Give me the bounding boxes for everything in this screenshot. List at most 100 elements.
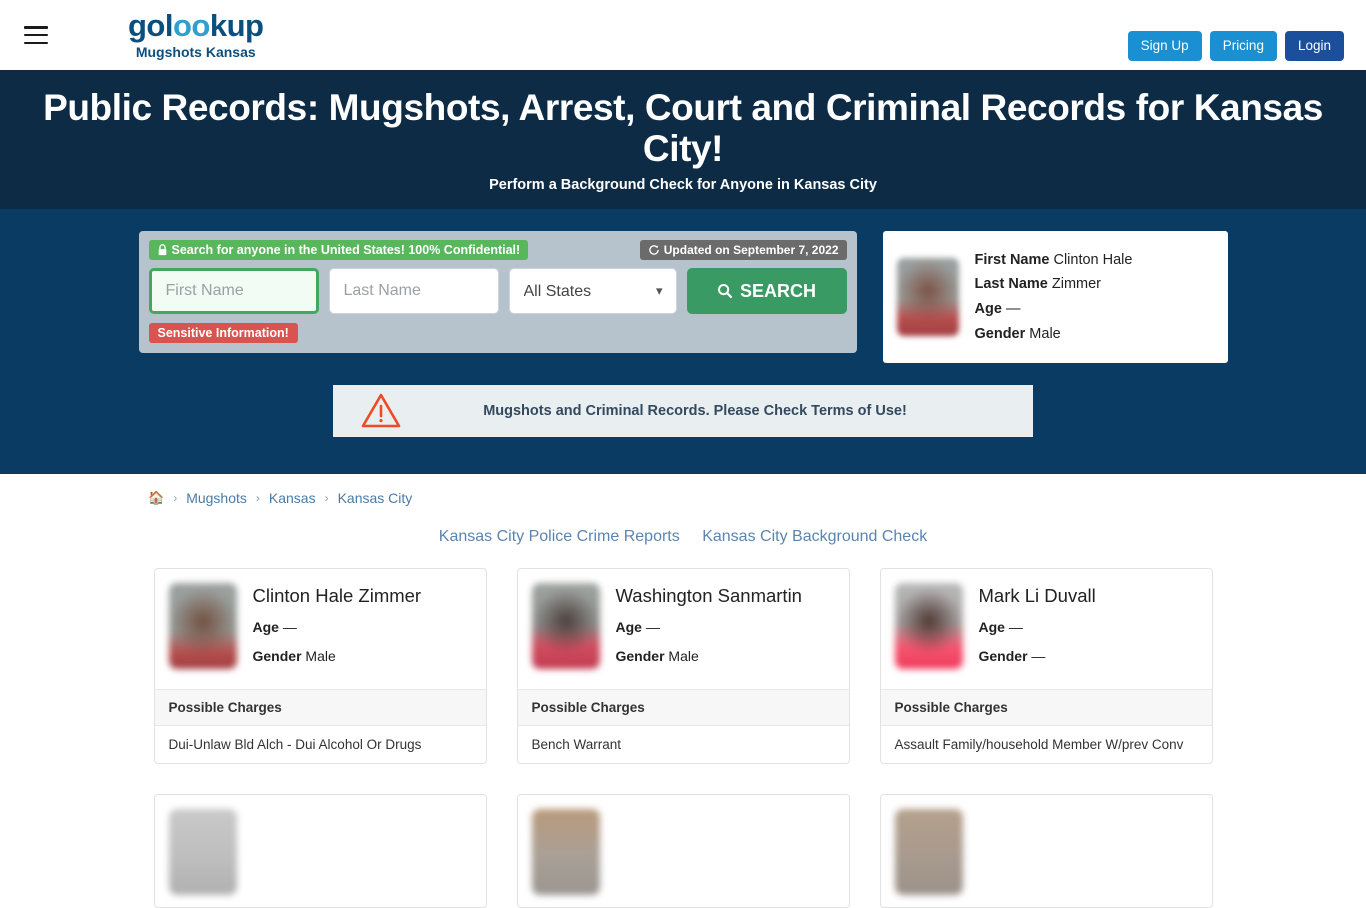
- logo-wordmark: golookup: [128, 10, 264, 41]
- confidential-badge: Search for anyone in the United States! …: [148, 240, 529, 261]
- profile-first-name-value: Clinton Hale: [1053, 251, 1133, 268]
- terms-notice: Mugshots and Criminal Records. Please Ch…: [333, 385, 1033, 438]
- breadcrumb-item-mugshots[interactable]: Mugshots: [186, 490, 247, 506]
- record-summary: [881, 795, 1212, 907]
- search-icon: [717, 284, 733, 299]
- record-card[interactable]: [153, 794, 487, 908]
- charges-header: Possible Charges: [154, 689, 486, 727]
- refresh-icon: [648, 245, 659, 256]
- record-photo: [894, 583, 963, 670]
- record-age-value: —: [282, 619, 297, 636]
- record-photo: [531, 583, 600, 670]
- hamburger-line: [24, 41, 48, 44]
- logo-part-1: gol: [128, 8, 174, 43]
- hero-banner: Public Records: Mugshots, Arrest, Court …: [0, 70, 1366, 210]
- signup-button[interactable]: Sign Up: [1127, 31, 1202, 61]
- breadcrumb-separator: ›: [173, 491, 178, 506]
- auth-button-group: Sign Up Pricing Login: [1127, 31, 1344, 61]
- record-name: Mark Li Duvall: [978, 585, 1096, 607]
- search-button-label: SEARCH: [739, 280, 816, 301]
- record-summary: Washington Sanmartin Age — Gender Male: [518, 569, 849, 689]
- breadcrumb-separator: ›: [324, 491, 329, 506]
- profile-first-name-row: First Name Clinton Hale: [975, 248, 1133, 273]
- breadcrumb-separator: ›: [255, 491, 260, 506]
- profile-details: First Name Clinton Hale Last Name Zimmer…: [975, 248, 1133, 348]
- records-grid: Clinton Hale Zimmer Age — Gender Male Po…: [0, 568, 1366, 908]
- charge-item: Dui-Unlaw Bld Alch - Dui Alcohol Or Drug…: [168, 737, 422, 753]
- sensitive-information-badge: Sensitive Information!: [148, 323, 298, 344]
- record-photo: [168, 809, 237, 896]
- record-photo: [531, 809, 600, 896]
- record-summary: Clinton Hale Zimmer Age — Gender Male: [155, 569, 486, 689]
- profile-gender-row: Gender Male: [975, 322, 1133, 347]
- notice-wrap: Mugshots and Criminal Records. Please Ch…: [0, 385, 1366, 438]
- record-gender-label: Gender: [252, 648, 302, 665]
- page-subtitle: Perform a Background Check for Anyone in…: [489, 177, 877, 194]
- main-content: 🏠 › Mugshots › Kansas › Kansas City Kans…: [0, 474, 1366, 908]
- profile-photo: [896, 258, 959, 337]
- profile-last-name-row: Last Name Zimmer: [975, 272, 1133, 297]
- search-button[interactable]: SEARCH: [686, 268, 847, 315]
- breadcrumb-item-kansas[interactable]: Kansas: [269, 490, 316, 506]
- logo-subtitle: Mugshots Kansas: [135, 44, 256, 60]
- record-card[interactable]: [516, 794, 850, 908]
- record-summary: [518, 795, 849, 907]
- page-title: Public Records: Mugshots, Arrest, Court …: [43, 87, 1323, 169]
- record-gender-label: Gender: [615, 648, 665, 665]
- link-background-check[interactable]: Kansas City Background Check: [702, 528, 927, 545]
- hamburger-menu-icon[interactable]: [24, 26, 48, 44]
- record-card[interactable]: Clinton Hale Zimmer Age — Gender Male Po…: [153, 568, 487, 765]
- record-age-row: Age —: [616, 619, 802, 635]
- record-gender-value: Male: [668, 648, 699, 665]
- charges-header: Possible Charges: [517, 689, 849, 727]
- record-photo: [168, 583, 237, 670]
- record-gender-label: Gender: [978, 648, 1028, 665]
- charge-item: Bench Warrant: [531, 737, 622, 753]
- charges-header: Possible Charges: [880, 689, 1212, 727]
- hamburger-line: [24, 26, 48, 29]
- updated-badge: Updated on September 7, 2022: [639, 240, 847, 261]
- record-gender-row: Gender —: [979, 648, 1096, 664]
- record-gender-value: —: [1031, 648, 1046, 665]
- state-select[interactable]: All States: [508, 268, 677, 315]
- updated-badge-text: Updated on September 7, 2022: [663, 243, 839, 258]
- record-name: Clinton Hale Zimmer: [252, 585, 422, 607]
- warning-triangle-icon: [361, 394, 401, 428]
- featured-profile-card[interactable]: First Name Clinton Hale Last Name Zimmer…: [882, 231, 1228, 364]
- record-age-value: —: [1008, 619, 1023, 636]
- first-name-input[interactable]: [148, 268, 319, 315]
- record-card[interactable]: Washington Sanmartin Age — Gender Male P…: [516, 568, 850, 765]
- record-age-row: Age —: [979, 619, 1096, 635]
- record-age-label: Age: [252, 619, 279, 636]
- record-gender-row: Gender Male: [616, 648, 802, 664]
- search-section: Search for anyone in the United States! …: [0, 209, 1366, 475]
- last-name-input[interactable]: [328, 268, 499, 315]
- record-card[interactable]: [879, 794, 1213, 908]
- record-summary: [155, 795, 486, 907]
- hamburger-line: [24, 33, 48, 37]
- record-name: Washington Sanmartin: [615, 585, 802, 607]
- site-logo[interactable]: golookup Mugshots Kansas: [128, 10, 264, 60]
- record-summary: Mark Li Duvall Age — Gender —: [881, 569, 1212, 689]
- terms-notice-text: Mugshots and Criminal Records. Please Ch…: [483, 403, 907, 420]
- link-police-crime-reports[interactable]: Kansas City Police Crime Reports: [439, 528, 680, 545]
- profile-gender-label: Gender: [974, 326, 1026, 343]
- breadcrumb: 🏠 › Mugshots › Kansas › Kansas City: [0, 490, 1366, 506]
- pricing-button[interactable]: Pricing: [1209, 31, 1277, 61]
- record-gender-row: Gender Male: [253, 648, 422, 664]
- home-icon[interactable]: 🏠: [148, 490, 164, 506]
- lock-icon: [158, 244, 166, 256]
- confidential-badge-text: Search for anyone in the United States! …: [171, 243, 521, 258]
- search-panel: Search for anyone in the United States! …: [138, 231, 857, 354]
- profile-first-name-label: First Name: [974, 251, 1050, 268]
- record-age-label: Age: [615, 619, 642, 636]
- record-age-label: Age: [978, 619, 1005, 636]
- record-card[interactable]: Mark Li Duvall Age — Gender — Possible C…: [879, 568, 1213, 765]
- record-age-row: Age —: [253, 619, 422, 635]
- breadcrumb-item-kansas-city[interactable]: Kansas City: [338, 490, 413, 506]
- record-age-value: —: [645, 619, 660, 636]
- logo-part-3: kup: [209, 8, 264, 43]
- profile-last-name-value: Zimmer: [1051, 276, 1102, 293]
- login-button[interactable]: Login: [1284, 31, 1344, 61]
- profile-gender-value: Male: [1029, 326, 1061, 343]
